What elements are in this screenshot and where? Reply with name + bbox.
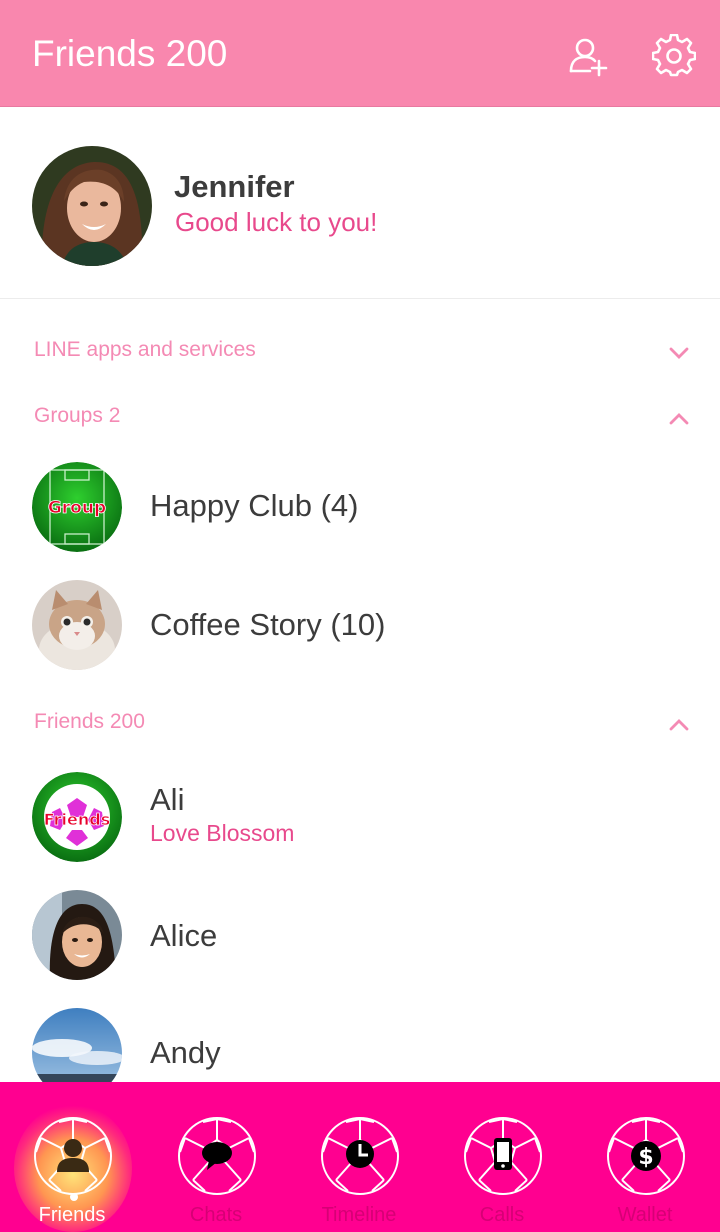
- tab-label: Timeline: [321, 1204, 397, 1226]
- profile-avatar[interactable]: [32, 146, 152, 266]
- add-friend-button[interactable]: [566, 34, 610, 78]
- my-profile[interactable]: Jennifer Good luck to you!: [0, 107, 720, 299]
- chevron-down-icon: [669, 347, 689, 359]
- person-icon: [33, 1116, 113, 1196]
- profile-name: Jennifer: [174, 169, 295, 204]
- friend-name: Andy: [150, 1035, 221, 1070]
- friend-avatar: Friends: [32, 772, 122, 862]
- tab-label: Chats: [189, 1204, 243, 1226]
- add-friend-icon: [569, 38, 608, 77]
- section-label: Groups 2: [34, 404, 121, 427]
- section-label: Friends 200: [34, 710, 145, 733]
- dollar-icon: $: [606, 1116, 686, 1196]
- active-tab-indicator: [70, 1193, 78, 1201]
- chevron-up-icon: [669, 413, 689, 425]
- friend-avatar: [32, 890, 122, 980]
- friend-status-message: Love Blossom: [150, 820, 295, 846]
- profile-status-message: Good luck to you!: [175, 207, 378, 237]
- section-label: LINE apps and services: [34, 338, 256, 361]
- top-header: Friends 200: [0, 0, 720, 107]
- svg-text:$: $: [638, 1145, 653, 1170]
- tab-timeline[interactable]: Timeline: [287, 1082, 431, 1232]
- list-item[interactable]: Coffee Story (10): [0, 576, 720, 672]
- list-item[interactable]: Friends Ali Love Blossom: [0, 768, 720, 864]
- tab-wallet[interactable]: $ Wallet: [573, 1082, 717, 1232]
- section-friends[interactable]: Friends 200: [0, 702, 720, 746]
- tab-calls[interactable]: Calls: [430, 1082, 574, 1232]
- group-name: Happy Club (4): [150, 488, 359, 523]
- chat-bubble-icon: [177, 1116, 257, 1196]
- tab-label: Calls: [479, 1204, 525, 1226]
- tab-label: Wallet: [617, 1204, 673, 1226]
- list-item[interactable]: Alice: [0, 886, 720, 982]
- friend-name: Alice: [150, 918, 218, 953]
- chevron-up-icon: [669, 719, 689, 731]
- tab-friends[interactable]: Friends: [0, 1082, 144, 1232]
- bottom-tab-bar: Friends Chats Timeline Calls $ Wallet: [0, 1082, 720, 1232]
- gear-icon: [651, 33, 697, 77]
- friend-name: Ali: [150, 782, 185, 817]
- section-groups[interactable]: Groups 2: [0, 396, 720, 440]
- group-avatar-text: Group: [48, 498, 106, 518]
- tab-label: Friends: [38, 1204, 106, 1226]
- group-avatar: Group: [32, 462, 122, 552]
- list-item[interactable]: Group Happy Club (4): [0, 458, 720, 554]
- section-services[interactable]: LINE apps and services: [0, 330, 720, 374]
- phone-icon: [463, 1116, 543, 1196]
- page-title: Friends 200: [32, 33, 228, 74]
- group-avatar: [32, 580, 122, 670]
- clock-icon: [320, 1116, 400, 1196]
- friend-avatar-text: Friends: [44, 810, 111, 829]
- tab-chats[interactable]: Chats: [144, 1082, 288, 1232]
- settings-button[interactable]: [651, 33, 697, 78]
- group-name: Coffee Story (10): [150, 607, 386, 642]
